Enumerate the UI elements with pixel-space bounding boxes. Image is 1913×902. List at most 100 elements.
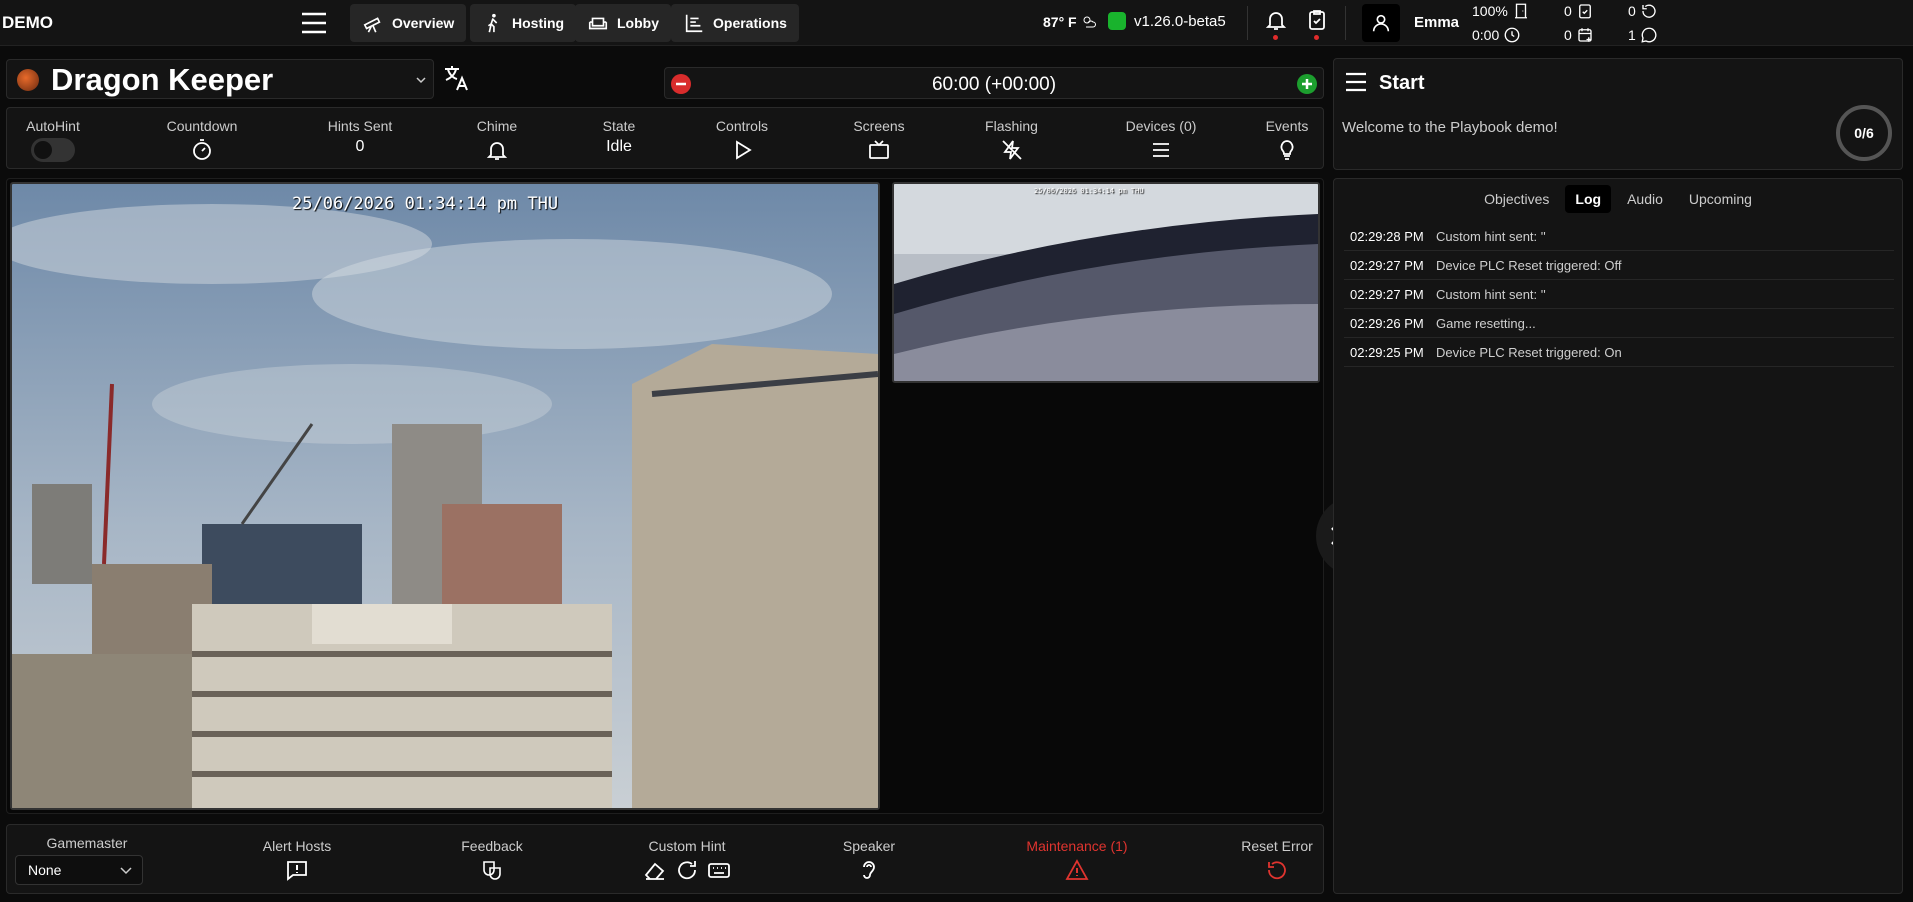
- camera-feed-main[interactable]: 25/06/2026 01:34:14 pm THU: [10, 182, 880, 810]
- log-time: 02:29:27 PM: [1350, 286, 1424, 302]
- bell-icon[interactable]: [1264, 8, 1288, 32]
- bell-icon: [486, 142, 508, 160]
- nav-operations-label: Operations: [713, 15, 787, 31]
- nav-operations-button[interactable]: Operations: [671, 4, 799, 42]
- screens-label: Screens: [853, 118, 905, 134]
- log-time: 02:29:28 PM: [1350, 228, 1424, 244]
- log-message: Device PLC Reset triggered: On: [1436, 344, 1622, 360]
- log-row: 02:29:27 PM Device PLC Reset triggered: …: [1344, 251, 1894, 280]
- custom-hint-label: Custom Hint: [648, 838, 726, 854]
- reset-error-button[interactable]: Reset Error: [1237, 838, 1317, 882]
- devices-control[interactable]: Devices (0): [1113, 118, 1209, 162]
- gamemaster-label-wrap: Gamemaster: [17, 835, 157, 851]
- capacity-value: 100%: [1472, 3, 1508, 19]
- autohint-control[interactable]: AutoHint: [17, 118, 89, 162]
- messages-stat: 1: [1628, 26, 1658, 44]
- chat-bubble-icon: [1641, 27, 1657, 43]
- version-label: v1.26.0-beta5: [1134, 12, 1226, 30]
- state-label: State: [602, 118, 636, 134]
- log-row: 02:29:26 PM Game resetting...: [1344, 309, 1894, 338]
- checked-stat: 0: [1564, 2, 1594, 20]
- state-control: State Idle: [579, 118, 659, 156]
- game-selector[interactable]: Dragon Keeper: [6, 59, 434, 99]
- clipboard-check-icon[interactable]: [1305, 8, 1329, 32]
- theater-masks-icon: [483, 861, 501, 880]
- nav-lobby-label: Lobby: [617, 15, 659, 31]
- events-label: Events: [1265, 118, 1309, 134]
- events-control[interactable]: Events: [1257, 118, 1317, 162]
- keyboard-icon[interactable]: [707, 858, 731, 882]
- log-row: 02:29:27 PM Custom hint sent: '': [1344, 280, 1894, 309]
- time-value: 0:00: [1472, 27, 1500, 43]
- log-row: 02:29:28 PM Custom hint sent: '': [1344, 222, 1894, 251]
- scheduled-stat: 0: [1564, 26, 1594, 44]
- reset-error-label: Reset Error: [1241, 838, 1313, 854]
- controls-control[interactable]: Controls: [702, 118, 782, 162]
- nav-hosting-button[interactable]: Hosting: [470, 4, 577, 42]
- menu-icon[interactable]: [1344, 71, 1368, 93]
- chevron-down-icon: [120, 867, 132, 875]
- version-status: v1.26.0-beta5: [1108, 12, 1226, 30]
- tab-audio[interactable]: Audio: [1617, 185, 1673, 213]
- stopwatch-icon: [193, 139, 211, 160]
- translate-icon[interactable]: [442, 63, 472, 93]
- custom-hint-control: Custom Hint: [627, 838, 747, 882]
- flashing-control[interactable]: Flashing: [969, 118, 1054, 162]
- refresh-icon[interactable]: [675, 858, 699, 882]
- nav-lobby-button[interactable]: Lobby: [575, 4, 671, 42]
- brand-label: DEMO: [2, 13, 53, 32]
- gamemaster-value: None: [28, 862, 62, 878]
- hints-sent-control: Hints Sent 0: [315, 118, 405, 156]
- sofa-icon: [588, 17, 608, 30]
- maintenance-label: Maintenance (1): [1026, 838, 1128, 854]
- gamemaster-select[interactable]: None: [15, 855, 143, 885]
- control-strip: AutoHint Countdown Hints Sent 0 Chime St…: [6, 107, 1324, 169]
- eraser-icon[interactable]: [643, 858, 667, 882]
- log-message: Game resetting...: [1436, 315, 1536, 331]
- tab-upcoming[interactable]: Upcoming: [1679, 185, 1762, 213]
- speaker-button[interactable]: Speaker: [829, 838, 909, 882]
- notification-dot: [1273, 35, 1278, 40]
- nav-overview-label: Overview: [392, 15, 455, 31]
- menu-icon[interactable]: [300, 10, 328, 36]
- add-time-button[interactable]: [1297, 74, 1317, 94]
- log-panel: Objectives Log Audio Upcoming 02:29:28 P…: [1333, 178, 1903, 894]
- hints-sent-value: 0: [355, 138, 365, 155]
- countdown-control[interactable]: Countdown: [157, 118, 247, 162]
- telescope-icon: [363, 17, 381, 33]
- divider: [1247, 6, 1248, 40]
- warning-icon: [1065, 859, 1089, 880]
- chime-label: Chime: [476, 118, 518, 134]
- log-list: 02:29:28 PM Custom hint sent: '' 02:29:2…: [1344, 222, 1894, 367]
- tv-icon: [869, 140, 889, 159]
- feedback-button[interactable]: Feedback: [447, 838, 537, 882]
- progress-done: 0: [1854, 125, 1863, 141]
- list-icon: [1153, 143, 1169, 157]
- screens-control[interactable]: Screens: [839, 118, 919, 162]
- flashing-label: Flashing: [985, 118, 1038, 134]
- alert-hosts-button[interactable]: Alert Hosts: [252, 838, 342, 882]
- camera-timestamp: 25/06/2026 01:34:14 pm THU: [292, 194, 559, 214]
- door-icon: [1514, 3, 1527, 19]
- objectives-progress: 0/6: [1836, 105, 1892, 161]
- chime-control[interactable]: Chime: [457, 118, 537, 162]
- tab-log[interactable]: Log: [1565, 185, 1612, 213]
- user-avatar-button[interactable]: [1362, 4, 1400, 42]
- capacity-stat: 100%: [1472, 2, 1530, 20]
- camera-feed-secondary[interactable]: 25/06/2026 01:34:14 pm THU: [892, 182, 1320, 383]
- hints-sent-label: Hints Sent: [327, 118, 393, 134]
- rotate-icon: [1642, 4, 1656, 18]
- log-message: Device PLC Reset triggered: Off: [1436, 257, 1622, 273]
- person-walking-icon: [487, 13, 498, 33]
- maintenance-button[interactable]: Maintenance (1): [1017, 838, 1137, 882]
- autohint-toggle[interactable]: [31, 138, 75, 162]
- tab-objectives[interactable]: Objectives: [1474, 185, 1559, 213]
- checked-value: 0: [1564, 3, 1572, 19]
- log-time: 02:29:27 PM: [1350, 257, 1424, 273]
- clipboard-check-icon: [1578, 4, 1591, 19]
- nav-overview-button[interactable]: Overview: [350, 4, 467, 42]
- scheduled-value: 0: [1564, 27, 1572, 43]
- speaker-label: Speaker: [842, 838, 896, 854]
- clock-icon: [1504, 27, 1520, 43]
- state-value: Idle: [606, 138, 632, 155]
